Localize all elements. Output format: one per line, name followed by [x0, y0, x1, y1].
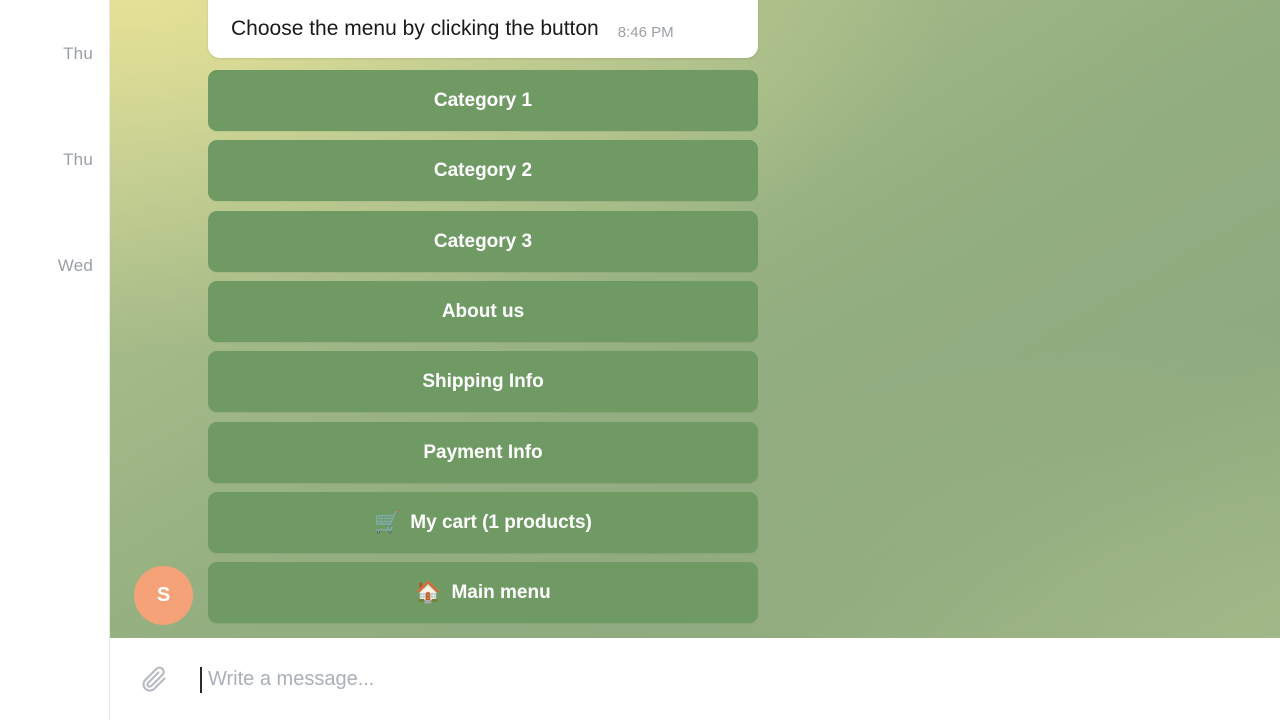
keyboard-button-about-us[interactable]: About us: [208, 281, 758, 342]
message-bubble: Choose the menu by clicking the button 8…: [208, 0, 758, 58]
keyboard-button-label-2: Category 3: [433, 230, 533, 252]
keyboard-button-label-5: Payment Info: [423, 441, 543, 463]
keyboard-button-category-2[interactable]: Category 2: [208, 140, 758, 201]
avatar[interactable]: S: [134, 566, 193, 625]
chat-list-sidebar: Thu Thu Wed: [0, 0, 110, 720]
keyboard-button-label-7: Main menu: [451, 581, 551, 603]
keyboard-button-shipping-info[interactable]: Shipping Info: [208, 351, 758, 412]
message-input-wrap: [200, 657, 1280, 701]
keyboard-button-payment-info[interactable]: Payment Info: [208, 422, 758, 483]
keyboard-button-category-3[interactable]: Category 3: [208, 211, 758, 272]
message-input[interactable]: [200, 657, 1280, 701]
keyboard-button-my-cart[interactable]: 🛒 My cart (1 products): [208, 492, 758, 553]
paperclip-icon[interactable]: [132, 657, 176, 701]
keyboard-button-main-menu[interactable]: 🏠 Main menu: [208, 562, 758, 623]
keyboard-button-label-3: About us: [441, 300, 525, 322]
keyboard-button-category-1[interactable]: Category 1: [208, 70, 758, 131]
message-text: Choose the menu by clicking the button: [231, 17, 599, 41]
message-composer: [110, 638, 1280, 720]
telegram-chat-window: Thu Thu Wed Choose the menu by clicking …: [0, 0, 1280, 720]
sidebar-date-1: Thu: [63, 150, 93, 169]
keyboard-button-label-6: My cart (1 products): [410, 511, 592, 533]
keyboard-button-label-0: Category 1: [433, 89, 533, 111]
avatar-initial: S: [156, 584, 171, 606]
keyboard-button-label-1: Category 2: [433, 159, 533, 181]
text-caret: [200, 667, 202, 693]
keyboard-button-label-4: Shipping Info: [422, 370, 544, 392]
message-timestamp: 8:46 PM: [617, 23, 674, 41]
chat-message-area: Choose the menu by clicking the button 8…: [110, 0, 1280, 638]
house-icon: 🏠: [415, 580, 442, 604]
sidebar-date-0: Thu: [63, 44, 93, 63]
sidebar-date-2: Wed: [57, 256, 93, 275]
shopping-cart-icon: 🛒: [374, 510, 401, 534]
